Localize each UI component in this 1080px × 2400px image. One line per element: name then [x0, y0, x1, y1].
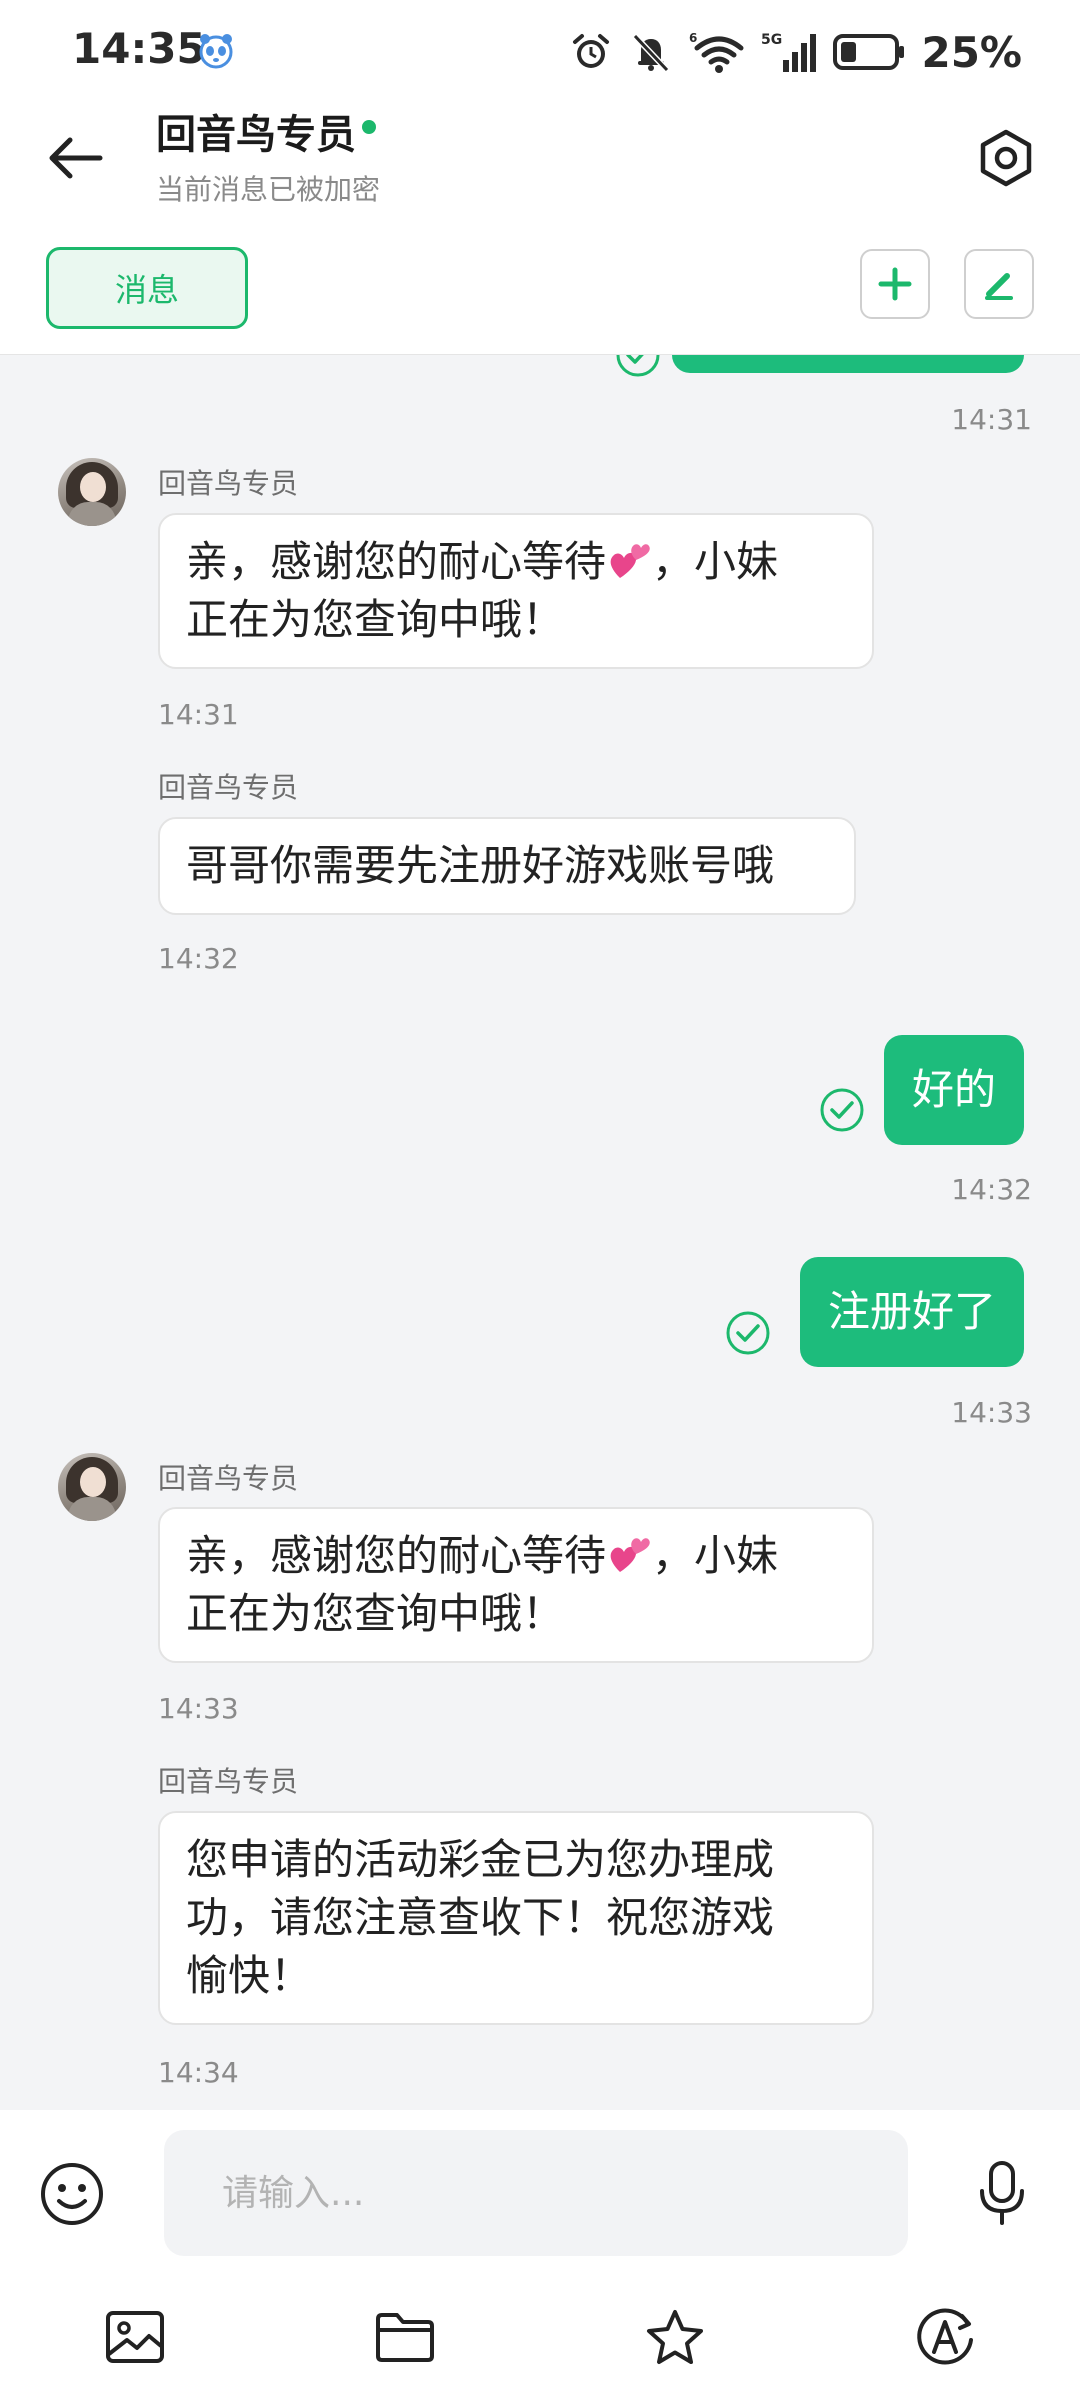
outgoing-message-bubble[interactable]: 好的	[883, 1035, 1024, 1145]
settings-button[interactable]	[968, 120, 1044, 196]
chat-title: 回音鸟专员	[156, 112, 356, 158]
status-bar: 14:35 6 5G 25%	[0, 0, 1080, 100]
message-text-line2: 功，请您注意查收下！祝您游戏	[186, 1893, 775, 1942]
message-text-suffix: ，小妹	[652, 537, 779, 586]
wifi-icon: 6	[689, 31, 744, 73]
agent-avatar[interactable]	[58, 1453, 126, 1521]
file-button[interactable]	[370, 2304, 440, 2370]
status-time: 14:35	[72, 24, 206, 73]
image-button[interactable]	[100, 2304, 170, 2370]
title-block: 回音鸟专员 当前消息已被加密	[156, 102, 380, 208]
message-text: 好的	[911, 1065, 996, 1114]
pencil-icon	[985, 273, 1013, 300]
message-time: 14:34	[158, 2056, 239, 2089]
input-bar	[0, 2110, 1080, 2400]
message-text: 注册好了	[827, 1287, 996, 1336]
star-icon	[647, 2310, 703, 2364]
outgoing-bubble-partial[interactable]	[672, 355, 1024, 373]
chat-message-list[interactable]: 14:31 回音鸟专员 亲，感谢您的耐心等待 ，小妹 正在为您查询中哦！ 14:…	[0, 355, 1080, 2110]
back-arrow-icon	[49, 137, 103, 179]
toolbar	[0, 2290, 1080, 2380]
message-input[interactable]	[164, 2130, 908, 2256]
tab-messages[interactable]: 消息	[46, 247, 248, 329]
favorite-button[interactable]	[640, 2304, 710, 2370]
translate-icon	[917, 2308, 973, 2365]
incoming-message-bubble[interactable]: 亲，感谢您的耐心等待 ，小妹 正在为您查询中哦！	[158, 1507, 874, 1663]
message-text-line2: 正在为您查询中哦！	[186, 1589, 565, 1638]
chat-header: 回音鸟专员 当前消息已被加密	[0, 100, 1080, 225]
message-text-line3: 愉快！	[186, 1951, 313, 2000]
add-button[interactable]	[860, 249, 930, 319]
settings-hexagon-icon	[980, 129, 1032, 187]
message-time: 14:32	[951, 1173, 1032, 1206]
two-hearts-icon	[610, 544, 650, 578]
image-icon	[106, 2311, 164, 2363]
online-status-dot	[362, 120, 376, 134]
voice-button[interactable]	[966, 2154, 1038, 2234]
encryption-notice: 当前消息已被加密	[156, 173, 381, 206]
agent-avatar[interactable]	[58, 458, 126, 526]
status-icons: 6 5G 25%	[569, 24, 1022, 80]
incoming-message-bubble[interactable]: 亲，感谢您的耐心等待 ，小妹 正在为您查询中哦！	[158, 513, 874, 669]
back-button[interactable]	[40, 122, 112, 194]
message-time: 14:32	[158, 942, 239, 975]
two-hearts-icon	[610, 1538, 650, 1572]
outgoing-message-bubble[interactable]: 注册好了	[799, 1257, 1024, 1367]
cellular-signal-icon: 5G	[761, 32, 817, 72]
wifi-label: 6	[689, 31, 697, 45]
message-time: 14:31	[158, 698, 239, 731]
sender-name: 回音鸟专员	[158, 771, 299, 804]
battery-percent: 25%	[921, 27, 1022, 77]
microphone-icon	[980, 2161, 1024, 2225]
message-time: 14:33	[951, 1396, 1032, 1429]
message-time: 14:33	[158, 1692, 239, 1725]
smiley-icon	[41, 2163, 103, 2225]
plus-icon	[878, 267, 912, 301]
message-time: 14:31	[951, 403, 1032, 436]
mute-bell-icon	[633, 33, 670, 73]
message-text-line2: 正在为您查询中哦！	[186, 595, 565, 644]
folder-icon	[376, 2313, 434, 2362]
message-text: 亲，感谢您的耐心等待	[186, 537, 607, 586]
message-text: 亲，感谢您的耐心等待	[186, 1531, 607, 1580]
check-circle-icon	[616, 355, 660, 377]
message-text: 您申请的活动彩金已为您办理成	[186, 1835, 775, 1884]
check-circle-icon	[820, 1088, 864, 1132]
sender-name: 回音鸟专员	[158, 1765, 299, 1798]
battery-icon	[833, 34, 905, 70]
sender-name: 回音鸟专员	[158, 467, 299, 500]
edit-button[interactable]	[964, 249, 1034, 319]
panda-app-icon	[199, 34, 233, 69]
emoji-button[interactable]	[36, 2158, 108, 2230]
sender-name: 回音鸟专员	[158, 1462, 299, 1495]
incoming-message-bubble[interactable]: 哥哥你需要先注册好游戏账号哦	[158, 817, 856, 915]
message-text-suffix: ，小妹	[652, 1531, 779, 1580]
translate-button[interactable]	[910, 2304, 980, 2370]
check-circle-icon	[726, 1311, 770, 1355]
message-text: 哥哥你需要先注册好游戏账号哦	[186, 841, 775, 890]
incoming-message-bubble[interactable]: 您申请的活动彩金已为您办理成 功，请您注意查收下！祝您游戏 愉快！	[158, 1811, 874, 2025]
network-label: 5G	[761, 32, 782, 48]
alarm-icon	[573, 34, 610, 68]
tab-row: 消息	[0, 225, 1080, 355]
